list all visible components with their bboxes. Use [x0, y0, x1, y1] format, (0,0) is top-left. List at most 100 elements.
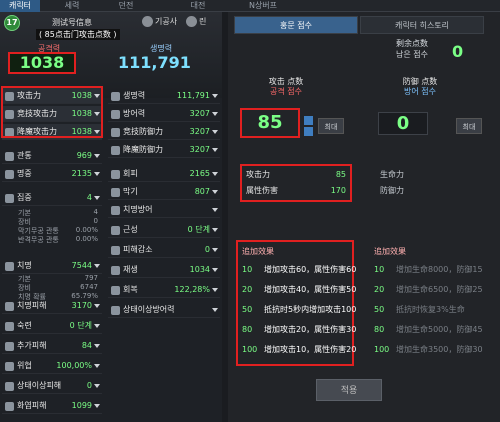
chevron-down-icon[interactable] — [212, 228, 218, 232]
stat-value: 7544 — [71, 261, 92, 270]
element-damage-value: 170 — [330, 186, 346, 195]
defense-effects-title: 追加效果 — [374, 247, 406, 256]
stat-value: 3207 — [189, 127, 210, 136]
chevron-down-icon[interactable] — [94, 384, 100, 388]
stat-value: 1034 — [189, 265, 210, 274]
stat-row-threat[interactable]: 위협 100,00% — [2, 358, 102, 374]
chevron-down-icon[interactable] — [212, 148, 218, 152]
chevron-down-icon[interactable] — [94, 404, 100, 408]
chevron-down-icon[interactable] — [94, 344, 100, 348]
stat-row-fire[interactable]: 화염피해 1099 — [2, 398, 102, 414]
top-tab-bar: 캐릭터 세력 던전 대전 N상버프 — [0, 0, 500, 12]
stat-row-extra-damage[interactable]: 추가피해 84 — [2, 338, 102, 354]
stat-row-crit-defense[interactable]: 치명방어 — [108, 202, 220, 218]
stat-label: 집중 — [17, 193, 32, 202]
chevron-down-icon[interactable] — [94, 304, 100, 308]
chevron-down-icon[interactable] — [212, 308, 218, 312]
focus-sub-value: 0 — [93, 217, 98, 225]
effect-row: 80 增加攻击20，属性伤害30 — [242, 322, 356, 337]
effect-threshold: 20 — [374, 285, 385, 294]
chevron-down-icon[interactable] — [212, 172, 218, 176]
chevron-down-icon[interactable] — [212, 208, 218, 212]
stat-value: 0 — [204, 245, 210, 254]
tab-faction[interactable]: 세력 — [52, 0, 92, 12]
stat-row-grit[interactable]: 근성 0 단계 — [108, 222, 220, 238]
tab-buff[interactable]: N상버프 — [238, 0, 288, 12]
stat-row-arena-shield[interactable]: 竞技防御力 3207 — [108, 124, 220, 140]
chevron-down-icon[interactable] — [94, 196, 100, 200]
effect-row: 100 增加生命3500，防御30 — [374, 342, 483, 357]
defense-points-label-kr: 방어 점수 — [404, 87, 436, 96]
stat-row-status-defense[interactable]: 상태이상방어력 — [108, 302, 220, 318]
chevron-down-icon[interactable] — [212, 288, 218, 292]
stat-row-block[interactable]: 막기 807 — [108, 184, 220, 200]
chevron-down-icon[interactable] — [94, 172, 100, 176]
stat-row-demon-shield[interactable]: 降魔防御力 3207 — [108, 142, 220, 158]
stat-row-pierce[interactable]: 관통 969 — [2, 148, 102, 164]
shield-icon — [111, 110, 120, 119]
focus-sub-value: 0.00% — [75, 235, 98, 243]
chevron-down-icon[interactable] — [212, 112, 218, 116]
tab-pvp[interactable]: 대전 — [178, 0, 218, 12]
tab-dungeon[interactable]: 던전 — [106, 0, 146, 12]
effect-row: 10 增加生命8000，防御15 — [374, 262, 483, 277]
chevron-down-icon[interactable] — [94, 154, 100, 158]
attack-points-down-button[interactable] — [304, 127, 313, 136]
stat-row-mastery[interactable]: 숙련 0 단계 — [2, 318, 102, 334]
stat-label: 방어력 — [123, 109, 146, 118]
stat-label: 회피 — [123, 169, 138, 178]
stat-label: 竞技防御力 — [123, 127, 163, 136]
chevron-down-icon[interactable] — [94, 264, 100, 268]
stat-row-heart[interactable]: 생명력 111,791 — [108, 88, 220, 104]
chevron-down-icon[interactable] — [212, 190, 218, 194]
chevron-down-icon[interactable] — [212, 248, 218, 252]
stat-row-regen[interactable]: 재생 1034 — [108, 262, 220, 278]
character-name: 测试号信息 — [52, 18, 92, 27]
effect-text: 增加生命6500，防御25 — [396, 285, 483, 294]
stat-row-damage-reduce[interactable]: 피해감소 0 — [108, 242, 220, 258]
crit-sub-label: 기본 — [18, 275, 31, 283]
effect-threshold: 50 — [242, 305, 253, 314]
extra-damage-icon — [5, 342, 14, 351]
stat-row-focus[interactable]: 집중 4 — [2, 190, 102, 206]
stat-row-shield[interactable]: 방어력 3207 — [108, 106, 220, 122]
tab-points[interactable]: 홍문 점수 — [234, 16, 358, 34]
attack-max-button[interactable]: 최대 — [318, 118, 344, 134]
level-badge: 17 — [4, 15, 20, 31]
effect-row: 20 增加生命6500，防御25 — [374, 282, 483, 297]
effect-row: 10 增加攻击60，属性伤害60 — [242, 262, 356, 277]
character-subtitle: ( 85点击门攻击点数 ) — [36, 29, 120, 40]
defense-max-button[interactable]: 최대 — [456, 118, 482, 134]
attack-points-up-button[interactable] — [304, 116, 313, 125]
chevron-down-icon[interactable] — [94, 324, 100, 328]
stat-row-accuracy[interactable]: 명중 2135 — [2, 166, 102, 182]
effect-row: 100 增加攻击10，属性伤害20 — [242, 342, 356, 357]
crit-defense-icon — [111, 206, 120, 215]
focus-icon — [5, 194, 14, 203]
remaining-points-label-cn: 剩余点数 — [396, 39, 428, 48]
effect-text: 增加生命8000，防御15 — [396, 265, 483, 274]
effect-text: 增加攻击10，属性伤害20 — [264, 345, 357, 354]
tab-character[interactable]: 캐릭터 — [0, 0, 40, 12]
chevron-down-icon[interactable] — [212, 268, 218, 272]
stat-row-crit[interactable]: 치명 7544 — [2, 258, 102, 274]
effect-row: 50 抵抗时恢复3%生命 — [374, 302, 465, 317]
effect-text: 增加生命3500，防御30 — [396, 345, 483, 354]
stat-label: 막기 — [123, 187, 138, 196]
tab-history[interactable]: 캐릭터 히스토리 — [360, 16, 484, 34]
stat-row-evade[interactable]: 회피 2165 — [108, 166, 220, 182]
arena-shield-icon — [111, 128, 120, 137]
crit-sub-value: 6747 — [80, 283, 98, 291]
stat-row-status-damage[interactable]: 상태이상피해 0 — [2, 378, 102, 394]
attack-stat-label: 攻击力 — [246, 170, 270, 179]
chevron-down-icon[interactable] — [94, 364, 100, 368]
chevron-down-icon[interactable] — [212, 130, 218, 134]
mastery-icon — [5, 322, 14, 331]
apply-button[interactable]: 적용 — [316, 379, 382, 401]
chevron-down-icon[interactable] — [212, 94, 218, 98]
stat-row-recovery[interactable]: 회복 122,28% — [108, 282, 220, 298]
crit-damage-icon — [5, 302, 14, 311]
focus-sub-label: 막기무공 관통 — [18, 227, 59, 235]
demon-shield-icon — [111, 146, 120, 155]
attack-points-value: 85 — [257, 112, 283, 133]
